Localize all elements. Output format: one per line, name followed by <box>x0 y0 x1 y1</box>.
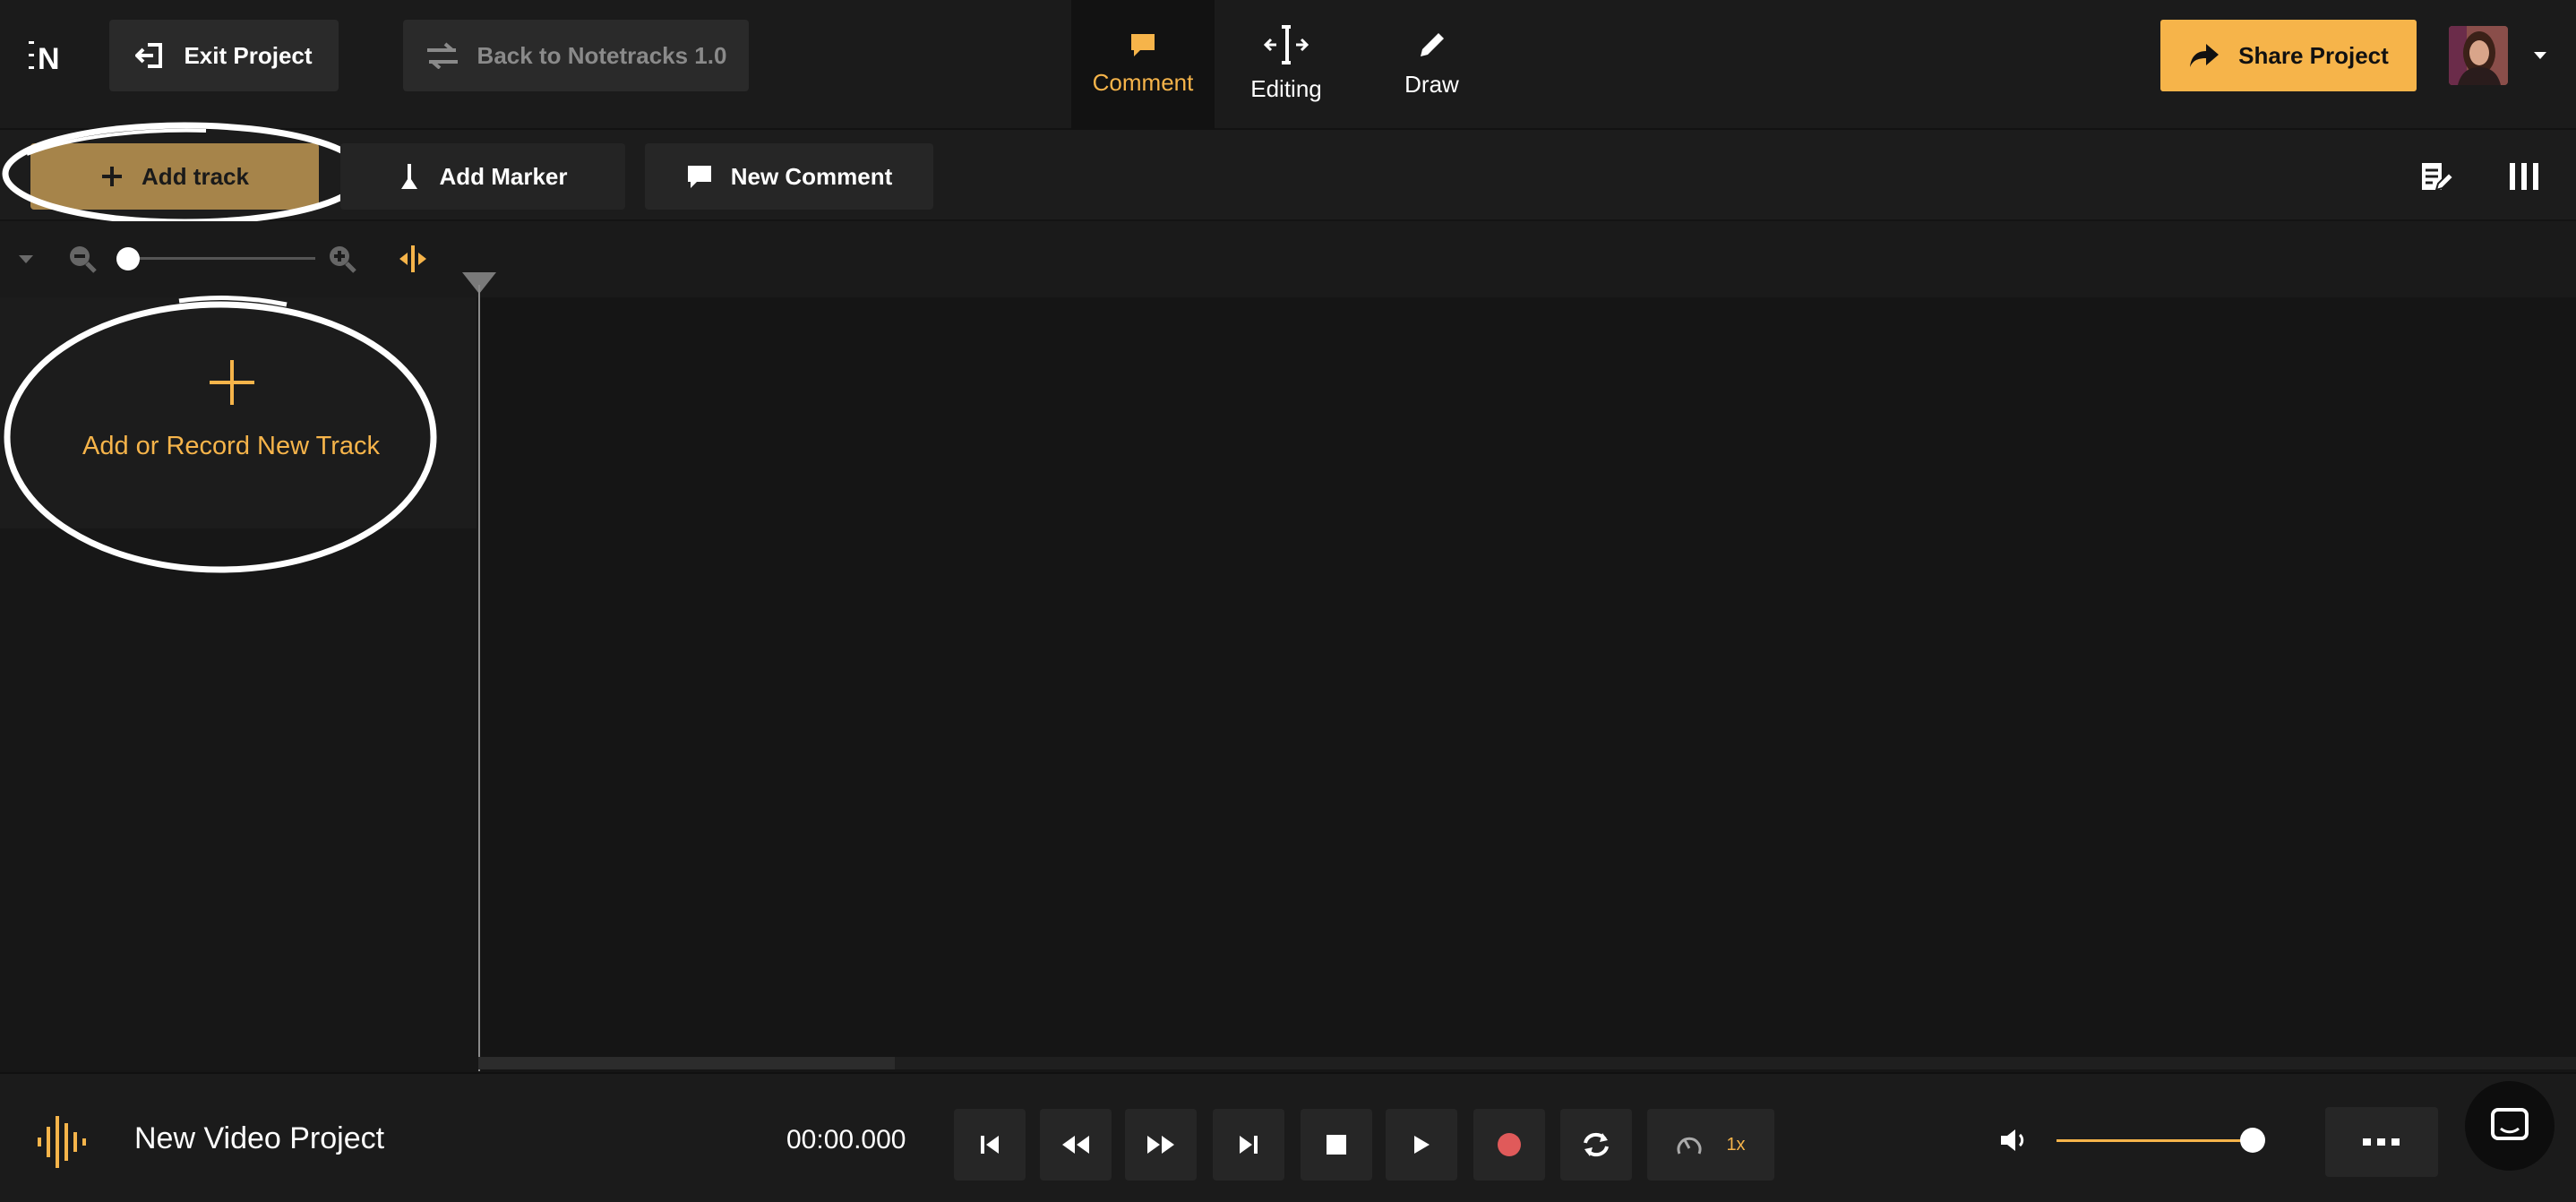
tab-comment-label: Comment <box>1092 69 1194 96</box>
back-to-notetracks-label: Back to Notetracks 1.0 <box>477 41 727 69</box>
playback-speed-button[interactable]: 1x <box>1647 1109 1774 1181</box>
editing-icon <box>1264 25 1309 64</box>
record-button[interactable] <box>1473 1109 1545 1181</box>
comment-icon <box>687 166 711 188</box>
highlight-ellipse-add-track <box>2 122 367 226</box>
skip-to-start-button[interactable] <box>954 1109 1026 1181</box>
tab-draw[interactable]: Draw <box>1358 0 1506 128</box>
more-options-button[interactable] <box>2325 1107 2438 1177</box>
pencil-icon <box>1420 33 1444 56</box>
fast-forward-icon <box>1147 1136 1174 1154</box>
play-button[interactable] <box>1386 1109 1457 1181</box>
tab-comment[interactable]: Comment <box>1071 0 1215 128</box>
waveform-logo-icon <box>36 1111 90 1173</box>
volume-slider-fill <box>2057 1139 2254 1142</box>
chat-support-button[interactable] <box>2465 1081 2555 1171</box>
zoom-slider-track[interactable] <box>127 257 315 260</box>
new-comment-button[interactable]: New Comment <box>645 143 933 210</box>
marker-icon <box>401 164 418 189</box>
loop-icon <box>1584 1132 1609 1157</box>
zoom-out-icon[interactable] <box>68 245 97 273</box>
collapse-tracks-icon[interactable] <box>16 252 36 266</box>
share-arrow-icon <box>2190 44 2220 67</box>
tab-editing[interactable]: Editing <box>1215 0 1358 128</box>
add-marker-label: Add Marker <box>439 162 568 190</box>
timeline-scrollbar-thumb[interactable] <box>478 1057 895 1069</box>
add-marker-button[interactable]: Add Marker <box>340 143 625 210</box>
zoom-slider-handle[interactable] <box>116 247 140 270</box>
record-icon <box>1498 1133 1521 1156</box>
skip-end-icon <box>1240 1136 1258 1154</box>
share-project-button[interactable]: Share Project <box>2160 20 2417 91</box>
speed-label: 1x <box>1726 1134 1746 1155</box>
new-comment-label: New Comment <box>730 162 893 190</box>
avatar[interactable] <box>2449 26 2508 85</box>
playhead-line <box>478 285 480 1071</box>
loop-button[interactable] <box>1560 1109 1632 1181</box>
account-dropdown-icon[interactable] <box>2531 47 2549 64</box>
chat-icon <box>2491 1108 2529 1140</box>
exit-project-button[interactable]: Exit Project <box>109 20 339 91</box>
time-display: 00:00.000 <box>786 1125 906 1155</box>
fit-to-view-icon[interactable] <box>398 244 428 274</box>
transport-bar <box>0 1072 2576 1202</box>
svg-text:N: N <box>38 42 60 73</box>
stop-icon <box>1327 1135 1346 1155</box>
highlight-ellipse-add-record <box>4 296 437 573</box>
rewind-button[interactable] <box>1040 1109 1112 1181</box>
timeline-area[interactable] <box>478 297 2576 1070</box>
zoom-in-icon[interactable] <box>328 245 356 273</box>
speedometer-icon <box>1677 1137 1702 1155</box>
fast-forward-button[interactable] <box>1125 1109 1197 1181</box>
notes-edit-icon[interactable] <box>2420 159 2455 193</box>
tab-draw-label: Draw <box>1404 71 1459 98</box>
volume-icon[interactable] <box>1999 1127 2030 1154</box>
ellipsis-icon <box>2363 1138 2400 1146</box>
exit-icon <box>135 43 163 68</box>
swap-icon <box>426 42 458 69</box>
stop-button[interactable] <box>1301 1109 1372 1181</box>
volume-slider-track[interactable] <box>2057 1139 2259 1142</box>
back-to-notetracks-button[interactable]: Back to Notetracks 1.0 <box>403 20 749 91</box>
skip-start-icon <box>981 1136 999 1154</box>
columns-view-icon[interactable] <box>2508 161 2540 192</box>
share-project-label: Share Project <box>2238 41 2389 69</box>
comment-icon <box>1131 34 1155 56</box>
exit-project-label: Exit Project <box>184 41 313 69</box>
project-name: New Video Project <box>134 1121 385 1155</box>
app-menu-logo-icon[interactable]: N <box>29 38 64 76</box>
skip-to-end-button[interactable] <box>1213 1109 1284 1181</box>
rewind-icon <box>1062 1136 1089 1154</box>
tab-editing-label: Editing <box>1250 75 1322 102</box>
play-icon <box>1414 1136 1430 1154</box>
